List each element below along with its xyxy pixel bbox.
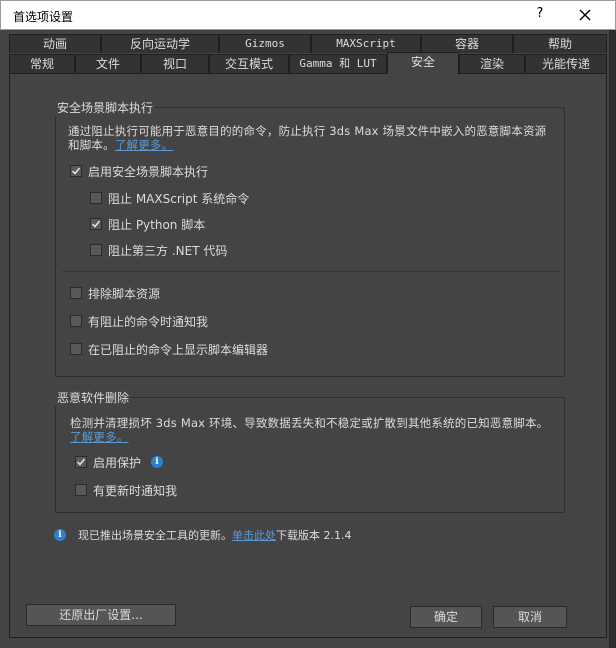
notify-blocked-checkbox[interactable] — [70, 315, 82, 327]
tab-gizmos[interactable]: Gizmos — [219, 34, 311, 53]
enable-safe-scene-row[interactable]: 启用安全场景脚本执行 — [70, 163, 208, 179]
block-dotnet-label: 阻止第三方 .NET 代码 — [108, 243, 228, 258]
show-editor-row[interactable]: 在已阻止的命令上显示脚本编辑器 — [70, 341, 268, 357]
block-maxscript-label: 阻止 MAXScript 系统命令 — [108, 191, 250, 206]
block-python-checkbox[interactable] — [90, 218, 102, 230]
notify-blocked-row[interactable]: 有阻止的命令时通知我 — [70, 313, 208, 329]
block-dotnet-row[interactable]: 阻止第三方 .NET 代码 — [90, 242, 227, 258]
tab-interaction-mode[interactable]: 交互模式 — [209, 54, 289, 73]
tab-rendering[interactable]: 渲染 — [459, 54, 525, 73]
tab-radiosity[interactable]: 光能传递 — [525, 54, 607, 73]
tab-maxscript[interactable]: MAXScript — [311, 34, 421, 53]
checkmark-icon — [76, 458, 86, 466]
notify-updates-row[interactable]: 有更新时通知我 — [75, 482, 177, 498]
update-notice-suffix: 下载版本 2.1.4 — [276, 529, 352, 542]
tab-gamma-lut[interactable]: Gamma 和 LUT — [289, 54, 387, 73]
safe-scene-description: 通过阻止执行可能用于恶意目的的命令，防止执行 3ds Max 场景文件中嵌入的恶… — [68, 124, 547, 152]
tab-files[interactable]: 文件 — [75, 54, 141, 73]
block-maxscript-checkbox[interactable] — [90, 192, 102, 204]
exclude-resources-checkbox[interactable] — [70, 287, 82, 299]
block-python-row[interactable]: 阻止 Python 脚本 — [90, 216, 205, 232]
notify-updates-checkbox[interactable] — [75, 484, 87, 496]
block-python-label: 阻止 Python 脚本 — [108, 217, 206, 232]
notify-updates-label: 有更新时通知我 — [93, 483, 178, 498]
enable-safe-scene-label: 启用安全场景脚本执行 — [88, 164, 209, 179]
exclude-resources-row[interactable]: 排除脚本资源 — [70, 285, 160, 301]
help-button[interactable]: ? — [530, 6, 550, 21]
notify-blocked-label: 有阻止的命令时通知我 — [88, 314, 209, 329]
enable-protection-checkbox[interactable] — [75, 456, 87, 468]
exclude-resources-label: 排除脚本资源 — [88, 286, 161, 301]
tab-security[interactable]: 安全 — [387, 52, 459, 74]
enable-protection-label: 启用保护 — [93, 455, 142, 470]
cancel-button[interactable]: 取消 — [493, 606, 567, 628]
safe-scene-group-title: 安全场景脚本执行 — [55, 99, 156, 116]
tab-general[interactable]: 常规 — [9, 54, 75, 73]
background-strip — [610, 30, 616, 648]
tab-viewports[interactable]: 视口 — [141, 54, 209, 73]
show-editor-checkbox[interactable] — [70, 343, 82, 355]
malware-group-title: 恶意软件删除 — [55, 389, 132, 406]
block-dotnet-checkbox[interactable] — [90, 244, 102, 256]
checkmark-icon — [71, 167, 81, 175]
info-icon[interactable]: i — [151, 456, 164, 468]
info-icon: i — [54, 529, 66, 541]
learn-more-link[interactable]: 了解更多。 — [115, 138, 174, 152]
update-notice-text: 现已推出场景安全工具的更新。 — [78, 529, 232, 542]
reset-defaults-button[interactable]: 还原出厂设置... — [26, 604, 176, 626]
block-maxscript-row[interactable]: 阻止 MAXScript 系统命令 — [90, 190, 249, 206]
checkmark-icon — [91, 220, 101, 228]
show-editor-label: 在已阻止的命令上显示脚本编辑器 — [88, 342, 269, 357]
click-here-link[interactable]: 单击此处 — [232, 527, 276, 543]
tab-containers[interactable]: 容器 — [421, 34, 513, 53]
malware-description: 检测并清理损坏 3ds Max 环境、导致数据丢失和不稳定或扩散到其他系统的已知… — [70, 416, 549, 444]
learn-more-link[interactable]: 了解更多。 — [70, 430, 129, 444]
enable-safe-scene-checkbox[interactable] — [70, 165, 82, 177]
close-icon — [579, 9, 591, 21]
ok-button[interactable]: 确定 — [410, 606, 482, 628]
tab-ik[interactable]: 反向运动学 — [101, 34, 219, 53]
title-bar: 首选项设置 ? — [0, 0, 616, 30]
window-title: 首选项设置 — [13, 10, 74, 24]
tab-animation[interactable]: 动画 — [9, 34, 101, 53]
group-separator — [62, 271, 560, 272]
update-notice: i 现已推出场景安全工具的更新。 单击此处 下载版本 2.1.4 — [54, 527, 352, 543]
enable-protection-row[interactable]: 启用保护 i — [75, 454, 164, 470]
close-button[interactable] — [571, 4, 599, 28]
tab-help[interactable]: 帮助 — [513, 34, 607, 53]
